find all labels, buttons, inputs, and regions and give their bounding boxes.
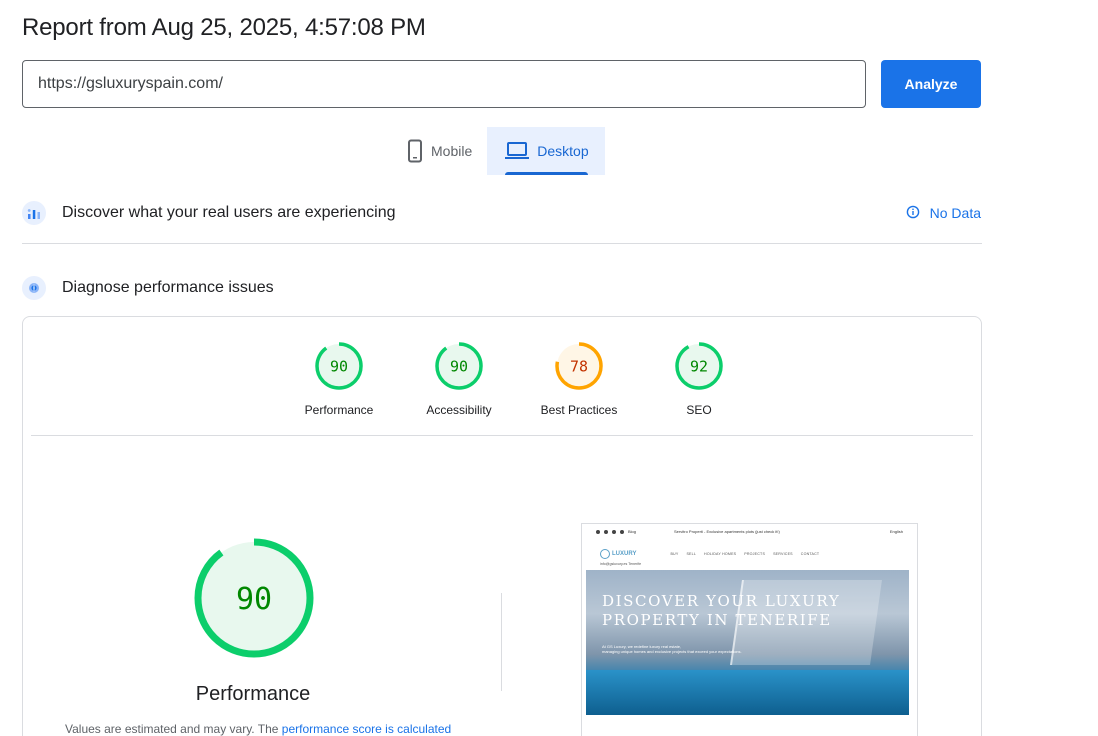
screenshot-email: info@gsluxury.es Tenerife — [600, 562, 642, 566]
estimate-note: Values are estimated and may vary. The p… — [65, 722, 451, 736]
card-divider — [31, 435, 973, 436]
lighthouse-icon — [22, 276, 46, 300]
diagnose-card: 90 Performance 90 Accessibility 78 Best … — [22, 316, 982, 736]
score-calculation-link[interactable]: performance score is calculated — [282, 722, 451, 736]
device-tabs: Mobile Desktop — [392, 127, 605, 175]
screenshot-hero: DISCOVER YOUR LUXURY PROPERTY IN TENERIF… — [586, 570, 909, 715]
performance-big-score: 90 — [236, 582, 272, 617]
screenshot-nav-item: HOLIDAY HOMES — [704, 552, 737, 556]
screenshot-nav-item: BUY — [670, 552, 679, 556]
field-data-title: Discover what your real users are experi… — [62, 204, 396, 221]
gauge-score: 92 — [690, 358, 708, 376]
gauge-label: SEO — [686, 403, 712, 417]
gauge-best-practices[interactable]: 78 Best Practices — [519, 341, 639, 417]
screenshot-topbar: Blog Servitro Properti - Exclusive apart… — [582, 524, 917, 539]
screenshot-nav: BUY SELL HOLIDAY HOMES PROJECTS SERVICES… — [670, 552, 819, 556]
gauge-score: 90 — [450, 358, 468, 376]
estimate-note-text: Values are estimated and may vary. The — [65, 722, 282, 736]
lab-data-title: Diagnose performance issues — [62, 279, 274, 296]
field-data-section: Discover what your real users are experi… — [22, 198, 982, 228]
gauge-accessibility[interactable]: 90 Accessibility — [399, 341, 519, 417]
no-data-label: No Data — [929, 205, 981, 221]
score-ring: 90 — [315, 342, 363, 390]
screenshot-nav-item: PROJECTS — [744, 552, 766, 556]
report-title: Report from Aug 25, 2025, 4:57:08 PM — [22, 14, 426, 41]
screenshot-announcement: Servitro Properti - Exclusive apartments… — [674, 529, 780, 534]
tab-desktop[interactable]: Desktop — [487, 127, 605, 175]
score-ring: 92 — [675, 342, 723, 390]
lab-data-section: Diagnose performance issues — [22, 273, 982, 303]
screenshot-hero-title: DISCOVER YOUR LUXURY PROPERTY IN TENERIF… — [602, 592, 841, 629]
tab-desktop-label: Desktop — [537, 143, 589, 159]
no-data-status[interactable]: No Data — [906, 205, 982, 222]
page-screenshot: Blog Servitro Properti - Exclusive apart… — [581, 523, 918, 736]
score-ring: 90 — [435, 342, 483, 390]
gauge-label: Accessibility — [426, 403, 492, 417]
gauge-label: Performance — [304, 403, 374, 417]
gauge-score: 90 — [330, 358, 348, 376]
screenshot-logo: LUXURY — [600, 549, 636, 559]
tab-mobile[interactable]: Mobile — [392, 127, 487, 175]
screenshot-logo-text: LUXURY — [612, 551, 637, 557]
screenshot-nav-item: SERVICES — [773, 552, 793, 556]
info-icon — [906, 205, 920, 222]
vertical-separator — [501, 593, 502, 691]
gauge-performance[interactable]: 90 Performance — [279, 341, 399, 417]
gauge-label: Best Practices — [540, 403, 618, 417]
url-input[interactable] — [22, 60, 866, 108]
score-ring: 78 — [555, 342, 603, 390]
performance-big-label: Performance — [195, 683, 311, 705]
laptop-icon — [505, 141, 530, 161]
gauge-seo[interactable]: 92 SEO — [639, 341, 759, 417]
tab-mobile-label: Mobile — [431, 143, 473, 159]
score-gauges: 90 Performance 90 Accessibility 78 Best … — [279, 341, 759, 417]
screenshot-language: English — [889, 529, 903, 534]
performance-big-gauge: 90 — [194, 538, 314, 658]
screenshot-blog-link: Blog — [628, 529, 637, 534]
screenshot-nav-item: SELL — [686, 552, 697, 556]
gauge-score: 78 — [570, 358, 588, 376]
crux-icon — [22, 201, 46, 225]
screenshot-nav-item: CONTACT — [800, 552, 820, 556]
screenshot-hero-subtitle: At GS Luxury, we redefine luxury real es… — [602, 644, 742, 654]
analyze-button[interactable]: Analyze — [881, 60, 981, 108]
section-divider — [22, 243, 982, 244]
smartphone-icon — [407, 139, 423, 163]
